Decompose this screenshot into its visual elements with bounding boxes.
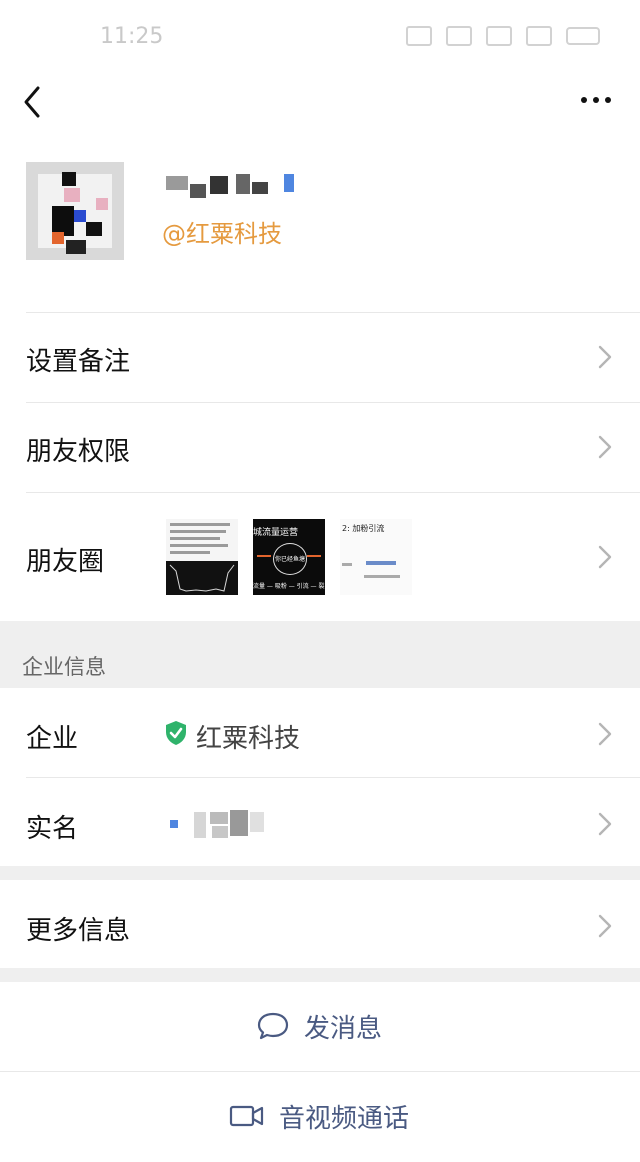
enterprise-section-header: 企业信息 (0, 621, 640, 688)
chat-bubble-icon (257, 1012, 289, 1040)
chevron-right-icon (598, 722, 612, 746)
alarm-icon (406, 26, 432, 46)
row-label: 更多信息 (26, 916, 131, 946)
company-tag: @红粟科技 (162, 220, 282, 248)
row-more-info[interactable]: 更多信息 (0, 880, 640, 968)
chevron-right-icon (598, 435, 612, 459)
row-enterprise[interactable]: 企业 红粟科技 (0, 688, 640, 777)
section-spacer (0, 866, 640, 880)
row-friend-permissions[interactable]: 朋友权限 (0, 403, 640, 492)
thumb-headline: 城流量运营 (253, 528, 299, 538)
thumb-center: 你已经鱼塘 (275, 556, 306, 563)
av-call-button[interactable]: 音视频通话 (0, 1072, 640, 1160)
row-label: 企业 (26, 724, 79, 754)
profile-header: @红粟科技 (0, 130, 640, 313)
chevron-left-icon (24, 86, 40, 118)
nav-bar (0, 70, 640, 130)
chevron-right-icon (598, 545, 612, 569)
back-button[interactable] (16, 78, 56, 122)
more-horizontal-icon (581, 97, 611, 103)
status-bar: 11:25 (0, 0, 640, 70)
battery-icon (566, 27, 600, 45)
status-icons (406, 26, 600, 46)
network-icon (526, 26, 552, 46)
chevron-right-icon (598, 812, 612, 836)
send-message-label: 发消息 (304, 1013, 383, 1044)
moments-thumbnail-1 (166, 519, 238, 595)
video-camera-icon (229, 1105, 264, 1127)
real-name-redacted (160, 808, 280, 838)
row-label: 设置备注 (26, 347, 131, 377)
enterprise-name: 红粟科技 (196, 724, 301, 754)
row-real-name[interactable]: 实名 (0, 778, 640, 866)
verified-shield-icon (166, 721, 186, 745)
row-moments[interactable]: 朋友圈 城流量运营 你已经鱼塘 流量 — 吸粉 — 引流 — 裂变 2: 加粉引… (0, 493, 640, 621)
wifi-icon (486, 26, 512, 46)
row-label: 实名 (26, 814, 79, 844)
thumb-bottom: 流量 — 吸粉 — 引流 — 裂变 (253, 583, 325, 590)
thumb-title: 2: 加粉引流 (342, 524, 385, 533)
row-label: 朋友权限 (26, 437, 131, 467)
chevron-right-icon (598, 345, 612, 369)
send-message-button[interactable]: 发消息 (0, 982, 640, 1070)
section-spacer (0, 968, 640, 982)
row-set-remark[interactable]: 设置备注 (0, 313, 640, 402)
av-call-label: 音视频通话 (279, 1103, 410, 1134)
signal-icon (446, 26, 472, 46)
avatar[interactable] (26, 162, 124, 260)
status-time: 11:25 (100, 24, 164, 49)
more-button[interactable] (576, 80, 616, 120)
moments-thumbnail-2: 城流量运营 你已经鱼塘 流量 — 吸粉 — 引流 — 裂变 (253, 519, 325, 595)
chevron-right-icon (598, 914, 612, 938)
moments-thumbnail-3: 2: 加粉引流 (340, 519, 412, 595)
nickname-redacted (166, 170, 306, 200)
section-title: 企业信息 (22, 655, 106, 679)
row-label: 朋友圈 (26, 547, 105, 577)
